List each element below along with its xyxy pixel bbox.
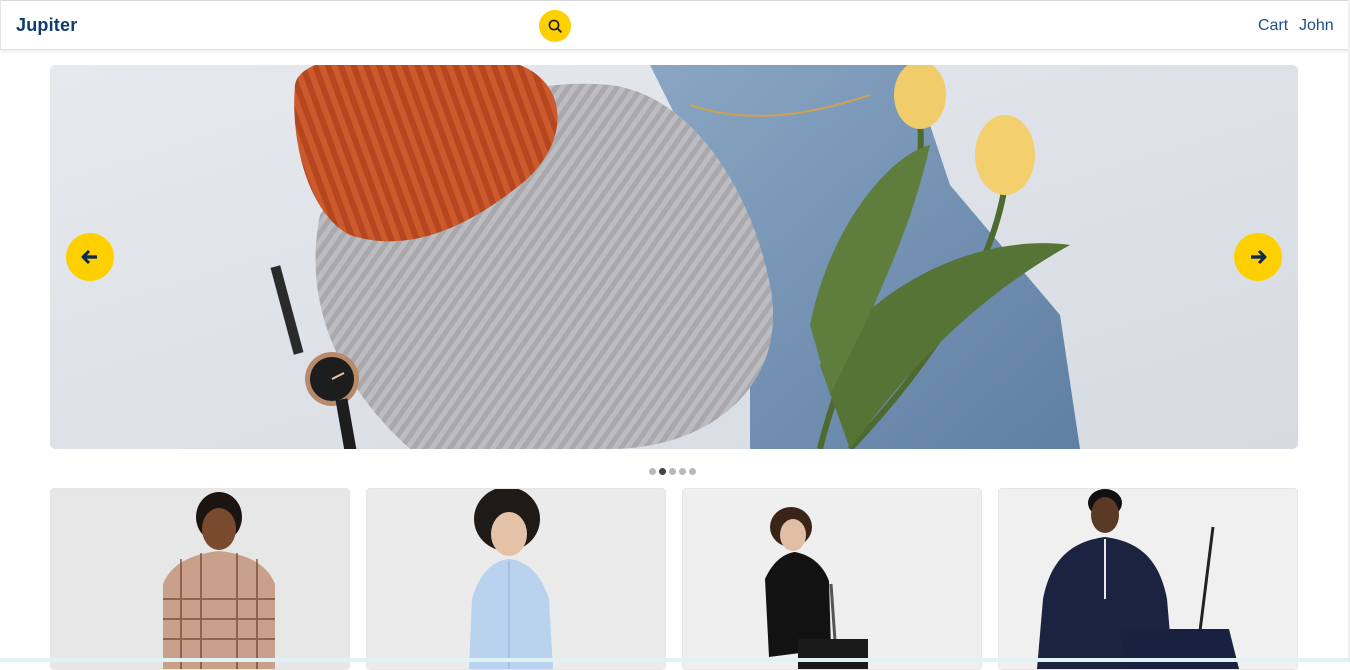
brand-logo[interactable]: Jupiter <box>16 15 77 36</box>
nav-user-link[interactable]: John <box>1299 17 1334 35</box>
search-icon <box>548 19 562 33</box>
search-button[interactable] <box>539 10 571 42</box>
carousel-dot[interactable] <box>689 468 696 475</box>
product-card-plaid-shirt[interactable] <box>50 488 350 670</box>
carousel-dot[interactable] <box>649 468 656 475</box>
carousel-dot[interactable] <box>669 468 676 475</box>
product-image <box>999 489 1297 669</box>
hero-carousel-image <box>50 65 1298 449</box>
product-image <box>367 489 665 669</box>
product-image <box>683 489 981 669</box>
product-card-navy-polo[interactable] <box>998 488 1298 670</box>
product-image <box>51 489 349 669</box>
site-header: Jupiter Cart John <box>0 0 1350 50</box>
carousel-dot[interactable] <box>679 468 686 475</box>
arrow-right-icon <box>1251 249 1267 265</box>
bottom-strip <box>0 658 1350 662</box>
carousel-dot-active[interactable] <box>659 468 666 475</box>
product-card-black-polo[interactable] <box>682 488 982 670</box>
carousel-prev-button[interactable] <box>66 233 114 281</box>
arrow-left-icon <box>81 249 97 265</box>
carousel-next-button[interactable] <box>1234 233 1282 281</box>
carousel-indicators <box>649 468 696 475</box>
product-card-light-blue-shirt[interactable] <box>366 488 666 670</box>
nav-cart-link[interactable]: Cart <box>1258 17 1288 35</box>
